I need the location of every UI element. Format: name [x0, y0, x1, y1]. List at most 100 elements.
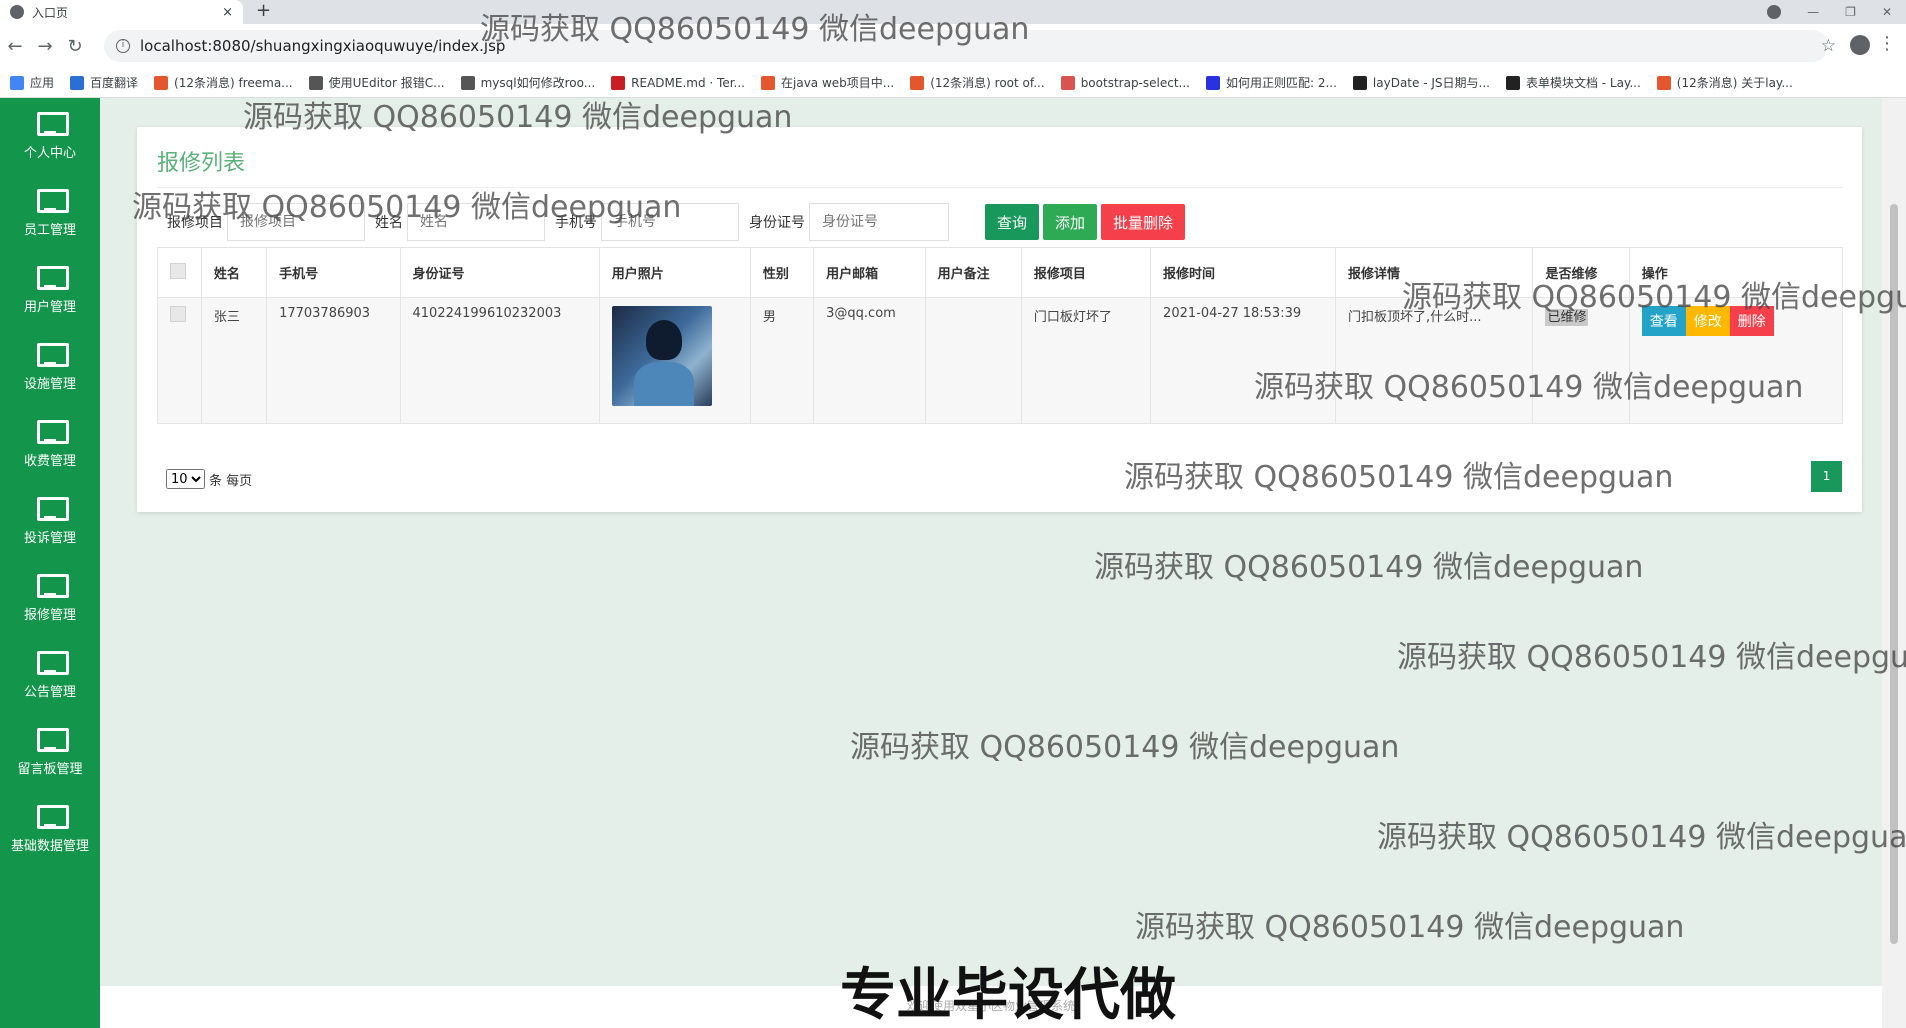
bookmark-item[interactable]: 表单模块文档 - Lay...: [1505, 74, 1641, 91]
column-header: 报修项目: [1020, 247, 1152, 298]
monitor-icon: [36, 497, 69, 521]
cell-time: 2021-04-27 18:53:39: [1150, 297, 1336, 424]
bookmark-favicon-icon: [308, 75, 323, 90]
sidebar-item[interactable]: 设施管理: [0, 329, 100, 406]
sidebar-item-label: 公告管理: [23, 685, 76, 700]
bookmark-item[interactable]: 应用: [10, 74, 54, 91]
bookmark-item[interactable]: layDate - JS日期与...: [1352, 74, 1490, 91]
sidebar-item-label: 基础数据管理: [10, 839, 89, 854]
page-title: 报修列表: [157, 145, 1842, 188]
tab-search-icon[interactable]: [1767, 5, 1782, 19]
table-row[interactable]: 张三 17703786903 410224199610232003 男 3@qq.com…: [157, 297, 1844, 424]
bookmark-label: 应用: [30, 76, 55, 90]
phone-input[interactable]: [601, 203, 739, 241]
monitor-icon: [36, 266, 69, 290]
forward-icon[interactable]: →: [30, 36, 60, 57]
bookmark-item[interactable]: mysql如何修改roo...: [460, 74, 596, 91]
bookmark-item[interactable]: 百度翻译: [70, 74, 138, 91]
browser-toolbar: ← → ↻ i localhost:8080/shuangxingxiaoquw…: [0, 24, 1906, 68]
column-header: 手机号: [266, 247, 401, 298]
select-all-cell: [157, 247, 202, 298]
bookmark-favicon-icon: [1656, 75, 1671, 90]
monitor-icon: [36, 651, 69, 675]
repair-list-panel: 报修列表 报修项目 姓名 手机号 身份证号 查询 添加 批量删除 姓名手机号身份…: [137, 127, 1862, 512]
bookmark-favicon-icon: [910, 75, 925, 90]
monitor-icon: [36, 343, 69, 367]
bookmark-item[interactable]: 使用UEditor 报错C...: [308, 74, 445, 91]
column-header: 身份证号: [399, 247, 600, 298]
bookmark-label: 如何用正则匹配: 2...: [1225, 76, 1337, 90]
view-button[interactable]: 查看: [1641, 306, 1686, 336]
sidebar-item[interactable]: 员工管理: [0, 175, 100, 252]
sidebar-item-label: 员工管理: [23, 223, 76, 238]
scrollbar[interactable]: [1882, 98, 1906, 1028]
bookmark-item[interactable]: README.md · Ter...: [611, 75, 745, 90]
restore-icon[interactable]: ❐: [1845, 5, 1856, 19]
bookmark-favicon-icon: [70, 75, 85, 90]
query-button[interactable]: 查询: [985, 204, 1040, 240]
browser-tab[interactable]: 入口页 ×: [0, 0, 243, 24]
project-input[interactable]: [227, 203, 365, 241]
sidebar-item[interactable]: 个人中心: [0, 98, 100, 175]
sidebar-item[interactable]: 基础数据管理: [0, 791, 100, 868]
info-icon[interactable]: i: [116, 39, 130, 53]
sidebar-item[interactable]: 公告管理: [0, 637, 100, 714]
close-icon[interactable]: ×: [222, 5, 233, 20]
sidebar-item[interactable]: 留言板管理: [0, 714, 100, 791]
row-checkbox[interactable]: [170, 306, 186, 322]
bookmark-favicon-icon: [611, 75, 626, 90]
monitor-icon: [36, 112, 69, 136]
bookmark-label: 在java web项目中...: [781, 76, 895, 90]
page-number-current[interactable]: 1: [1811, 461, 1842, 492]
bookmark-item[interactable]: bootstrap-select...: [1060, 75, 1190, 90]
bookmark-item[interactable]: (12条消息) freema...: [154, 74, 293, 91]
more-menu-icon[interactable]: ⋮: [1878, 33, 1896, 54]
bookmark-item[interactable]: 如何用正则匹配: 2...: [1205, 74, 1337, 91]
add-button[interactable]: 添加: [1043, 204, 1098, 240]
bookmark-star-icon[interactable]: ☆: [1821, 36, 1836, 56]
apps-grid-icon: [10, 75, 24, 90]
sidebar-item[interactable]: 用户管理: [0, 252, 100, 329]
new-tab-button[interactable]: +: [256, 0, 271, 24]
name-label: 姓名: [375, 215, 403, 231]
bookmark-item[interactable]: 在java web项目中...: [761, 74, 894, 91]
delete-button[interactable]: 删除: [1729, 306, 1774, 336]
edit-button[interactable]: 修改: [1685, 306, 1730, 336]
minimize-icon[interactable]: —: [1807, 5, 1819, 19]
batch-delete-button[interactable]: 批量删除: [1101, 204, 1186, 240]
cell-gender: 男: [749, 297, 815, 424]
scroll-thumb[interactable]: [1890, 204, 1898, 944]
status-badge: 已维修: [1545, 309, 1589, 326]
table-header-row: 姓名 手机号 身份证号 用户照片 性别 用户邮箱 用户备注 报修项目 报修时间 报修详情 是否维修操…: [157, 247, 1844, 298]
bookmark-label: mysql如何修改roo...: [480, 76, 596, 90]
sidebar-item[interactable]: 投诉管理: [0, 483, 100, 560]
id-card-input[interactable]: [809, 203, 949, 241]
bookmark-label: (12条消息) freema...: [174, 76, 293, 90]
select-all-checkbox[interactable]: [170, 262, 186, 279]
bookmark-favicon-icon: [460, 75, 475, 90]
column-header: 操作: [1628, 247, 1844, 298]
name-input[interactable]: [407, 203, 545, 241]
close-window-icon[interactable]: ✕: [1882, 5, 1892, 19]
address-bar[interactable]: i localhost:8080/shuangxingxiaoquwuye/in…: [104, 30, 1828, 62]
bookmark-item[interactable]: (12条消息) root of...: [910, 74, 1045, 91]
page-size-select[interactable]: 10: [166, 469, 205, 489]
column-header: 用户照片: [598, 247, 751, 298]
sidebar-item-label: 投诉管理: [23, 531, 76, 546]
reload-icon[interactable]: ↻: [60, 36, 90, 57]
profile-icon[interactable]: [1850, 35, 1870, 55]
sidebar-item[interactable]: 收费管理: [0, 406, 100, 483]
column-header: 姓名: [200, 247, 268, 298]
project-label: 报修项目: [167, 215, 223, 231]
monitor-icon: [36, 189, 69, 213]
bookmark-item[interactable]: (12条消息) 关于lay...: [1656, 74, 1793, 91]
sidebar: 个人中心员工管理用户管理 设施管理 收费管理投诉管理报修管理公告管理留言板管理基础数…: [0, 98, 100, 1028]
pagination-size: 10 条 每页: [166, 469, 252, 489]
column-header: 报修时间: [1150, 247, 1336, 298]
back-icon[interactable]: ←: [0, 36, 30, 57]
sidebar-item[interactable]: 报修管理: [0, 560, 100, 637]
sidebar-item-label: 留言板管理: [17, 762, 83, 777]
column-header: 性别: [749, 247, 815, 298]
url-text[interactable]: localhost:8080/shuangxingxiaoquwuye/inde…: [140, 37, 505, 55]
status-cell: 已维修: [1532, 297, 1630, 424]
